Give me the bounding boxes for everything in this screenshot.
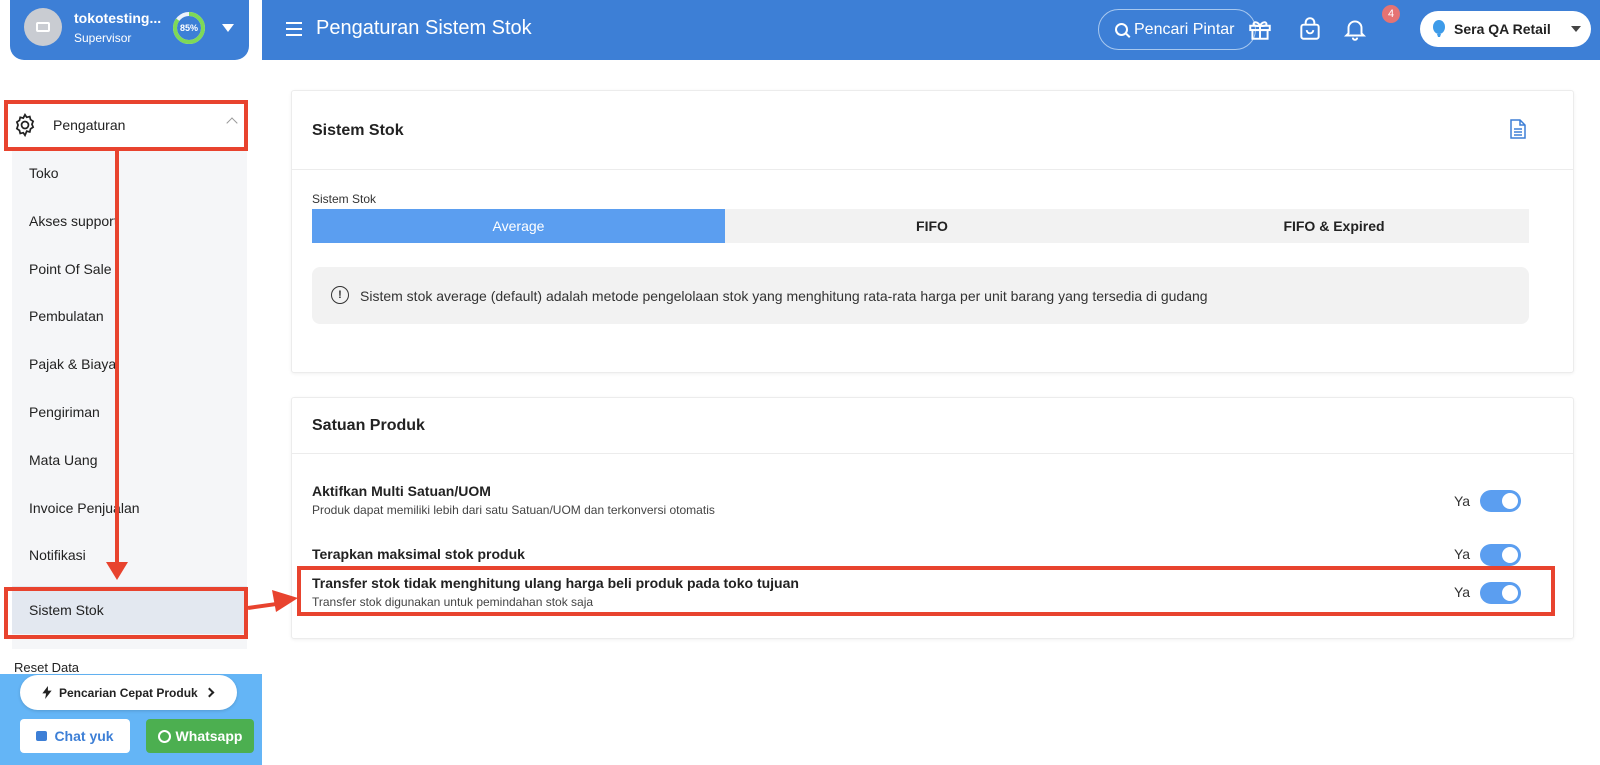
toggle-multi-uom[interactable] — [1480, 490, 1521, 512]
segment-average[interactable]: Average — [312, 209, 725, 243]
profile-name: tokotesting... — [74, 10, 162, 26]
caret-down-icon — [1571, 26, 1581, 32]
top-header: Pengaturan Sistem Stok Pencari Pintar 4 … — [262, 0, 1600, 60]
sidebar-item-reset-data[interactable]: Reset Data — [14, 660, 79, 675]
segment-fifo[interactable]: FIFO — [725, 209, 1139, 243]
camera-icon — [36, 22, 50, 32]
balloon-icon — [1433, 20, 1445, 37]
quick-search-button[interactable]: Pencarian Cepat Produk — [20, 675, 237, 710]
caret-down-icon[interactable] — [222, 24, 234, 32]
sidebar-item-notifikasi[interactable]: Notifikasi — [12, 531, 247, 579]
annotation-box-pengaturan — [4, 100, 248, 151]
sidebar-item-mata-uang[interactable]: Mata Uang — [12, 436, 247, 484]
divider — [292, 453, 1573, 454]
setting-multi-uom-desc: Produk dapat memiliki lebih dari satu Sa… — [312, 503, 715, 517]
sidebar-item-invoice-penjualan[interactable]: Invoice Penjualan — [12, 484, 247, 532]
segment-fifo-expired[interactable]: FIFO & Expired — [1139, 209, 1529, 243]
chevron-right-icon — [204, 687, 215, 698]
hamburger-menu-icon[interactable] — [286, 22, 302, 36]
search-icon — [1115, 23, 1128, 36]
stock-card-title: Sistem Stok — [312, 122, 404, 139]
smart-search-label: Pencari Pintar — [1134, 20, 1235, 38]
document-icon[interactable] — [1510, 119, 1526, 139]
profile-card[interactable]: tokotesting... Supervisor 85% — [10, 0, 249, 60]
annotation-box-transfer-setting — [297, 566, 1555, 616]
whatsapp-button[interactable]: Whatsapp — [146, 719, 254, 753]
stock-system-card: Sistem Stok Sistem Stok Average FIFO FIF… — [291, 90, 1574, 373]
sidebar-item-point-of-sale[interactable]: Point Of Sale — [12, 245, 247, 293]
store-selector[interactable]: Sera QA Retail — [1420, 11, 1591, 47]
chat-icon — [36, 731, 48, 741]
unit-card-title: Satuan Produk — [312, 417, 425, 434]
smart-search-button[interactable]: Pencari Pintar — [1098, 9, 1256, 50]
profile-role: Supervisor — [74, 31, 132, 45]
sidebar-item-akses-support[interactable]: Akses support — [12, 197, 247, 245]
toggle-max-stock[interactable] — [1480, 544, 1521, 566]
sidebar-item-pengiriman[interactable]: Pengiriman — [12, 388, 247, 436]
page-title: Pengaturan Sistem Stok — [316, 17, 532, 39]
annotation-arrow-head — [106, 562, 128, 580]
progress-text: 85% — [179, 23, 198, 33]
bolt-icon — [42, 686, 52, 699]
sidebar-item-toko[interactable]: Toko — [12, 149, 247, 197]
sidebar-item-pembulatan[interactable]: Pembulatan — [12, 292, 247, 340]
info-box: ! Sistem stok average (default) adalah m… — [312, 267, 1529, 324]
gift-icon[interactable] — [1247, 16, 1273, 42]
quick-search-label: Pencarian Cepat Produk — [59, 685, 198, 700]
bell-icon[interactable] — [1342, 16, 1368, 42]
chat-label: Chat yuk — [54, 728, 114, 744]
notification-badge: 4 — [1382, 5, 1400, 23]
annotation-arrow-head — [272, 590, 298, 612]
divider — [292, 169, 1573, 170]
annotation-box-sistem-stok — [4, 587, 248, 639]
sidebar-item-pajak-biaya[interactable]: Pajak & Biaya — [12, 340, 247, 388]
info-icon: ! — [331, 286, 349, 304]
chat-button[interactable]: Chat yuk — [20, 719, 130, 753]
setting-multi-uom-title: Aktifkan Multi Satuan/UOM — [312, 483, 491, 499]
setting-max-stock-title: Terapkan maksimal stok produk — [312, 546, 525, 562]
whatsapp-icon — [157, 729, 171, 743]
info-text: Sistem stok average (default) adalah met… — [360, 287, 1208, 304]
setting-max-stock-value: Ya — [1454, 546, 1471, 562]
whatsapp-label: Whatsapp — [175, 728, 243, 744]
avatar — [24, 8, 62, 46]
shopping-bag-icon[interactable] — [1297, 16, 1323, 42]
stock-system-label: Sistem Stok — [312, 192, 377, 206]
setting-multi-uom-value: Ya — [1454, 493, 1471, 509]
annotation-arrow-line — [115, 151, 119, 564]
store-name: Sera QA Retail — [1454, 21, 1551, 37]
settings-submenu: Toko Akses support Point Of Sale Pembula… — [12, 149, 247, 649]
